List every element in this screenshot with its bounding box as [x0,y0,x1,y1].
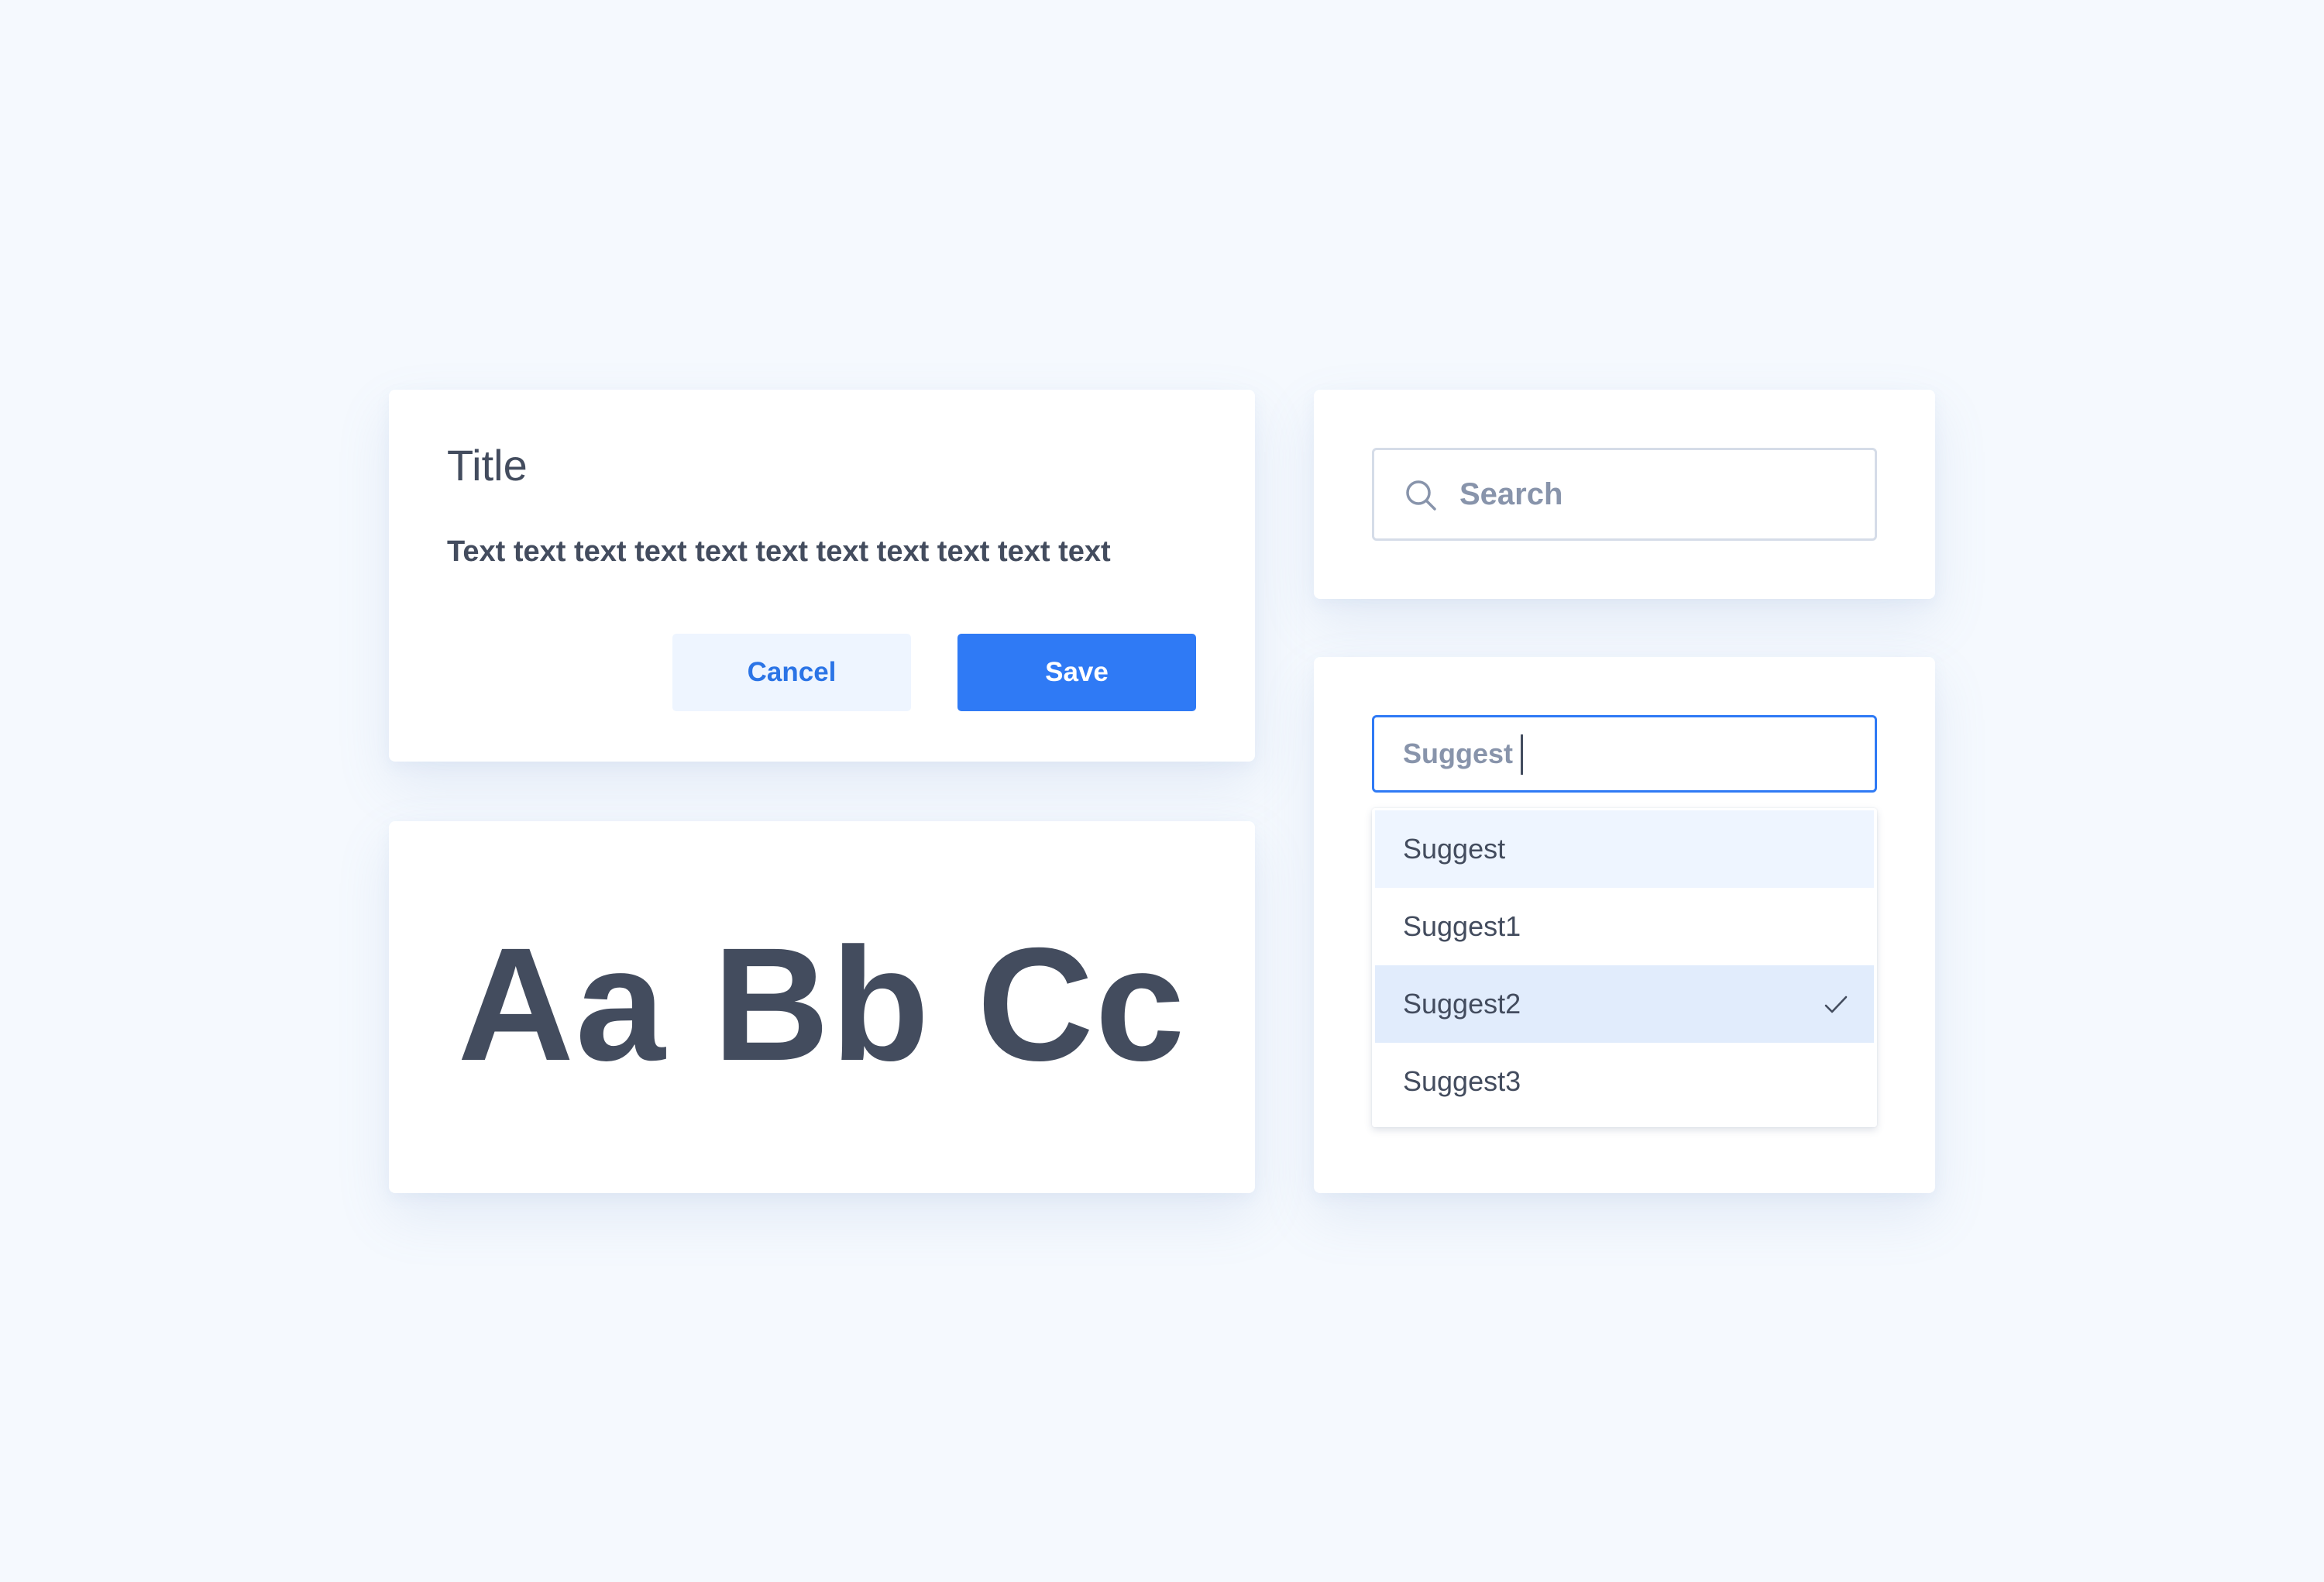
suggest-option-label: Suggest1 [1403,910,1521,942]
suggest-option-suggest1[interactable]: Suggest1 [1375,888,1874,965]
dialog-title: Title [447,441,528,490]
suggest-input-value: Suggest [1403,738,1514,769]
check-icon [1824,996,1848,1013]
dialog-card: Title Text text text text text text text… [389,390,1255,762]
typography-card: Aa Bb Cc [389,821,1255,1193]
search-icon [1406,480,1436,511]
save-button[interactable]: Save [957,634,1196,711]
search-field[interactable] [1372,448,1877,541]
suggest-option-label: Suggest3 [1403,1065,1521,1097]
suggest-option-suggest2[interactable]: Suggest2 [1375,965,1874,1043]
search-input[interactable] [1459,450,1862,538]
suggest-card: Suggest Suggest Suggest1 Suggest2 Sugges… [1314,657,1935,1193]
suggest-option-label: Suggest2 [1403,988,1521,1020]
text-caret [1521,734,1523,775]
suggest-option-suggest[interactable]: Suggest [1375,810,1874,888]
suggest-option-label: Suggest [1403,833,1506,865]
dialog-body-text: Text text text text text text text text … [447,535,1111,568]
suggest-dropdown: Suggest Suggest1 Suggest2 Suggest3 [1372,808,1877,1127]
typography-sample: Aa Bb Cc [457,914,1187,1095]
suggest-input[interactable]: Suggest [1372,715,1877,793]
cancel-button[interactable]: Cancel [672,634,911,711]
suggest-option-suggest3[interactable]: Suggest3 [1375,1043,1874,1120]
search-card [1314,390,1935,599]
